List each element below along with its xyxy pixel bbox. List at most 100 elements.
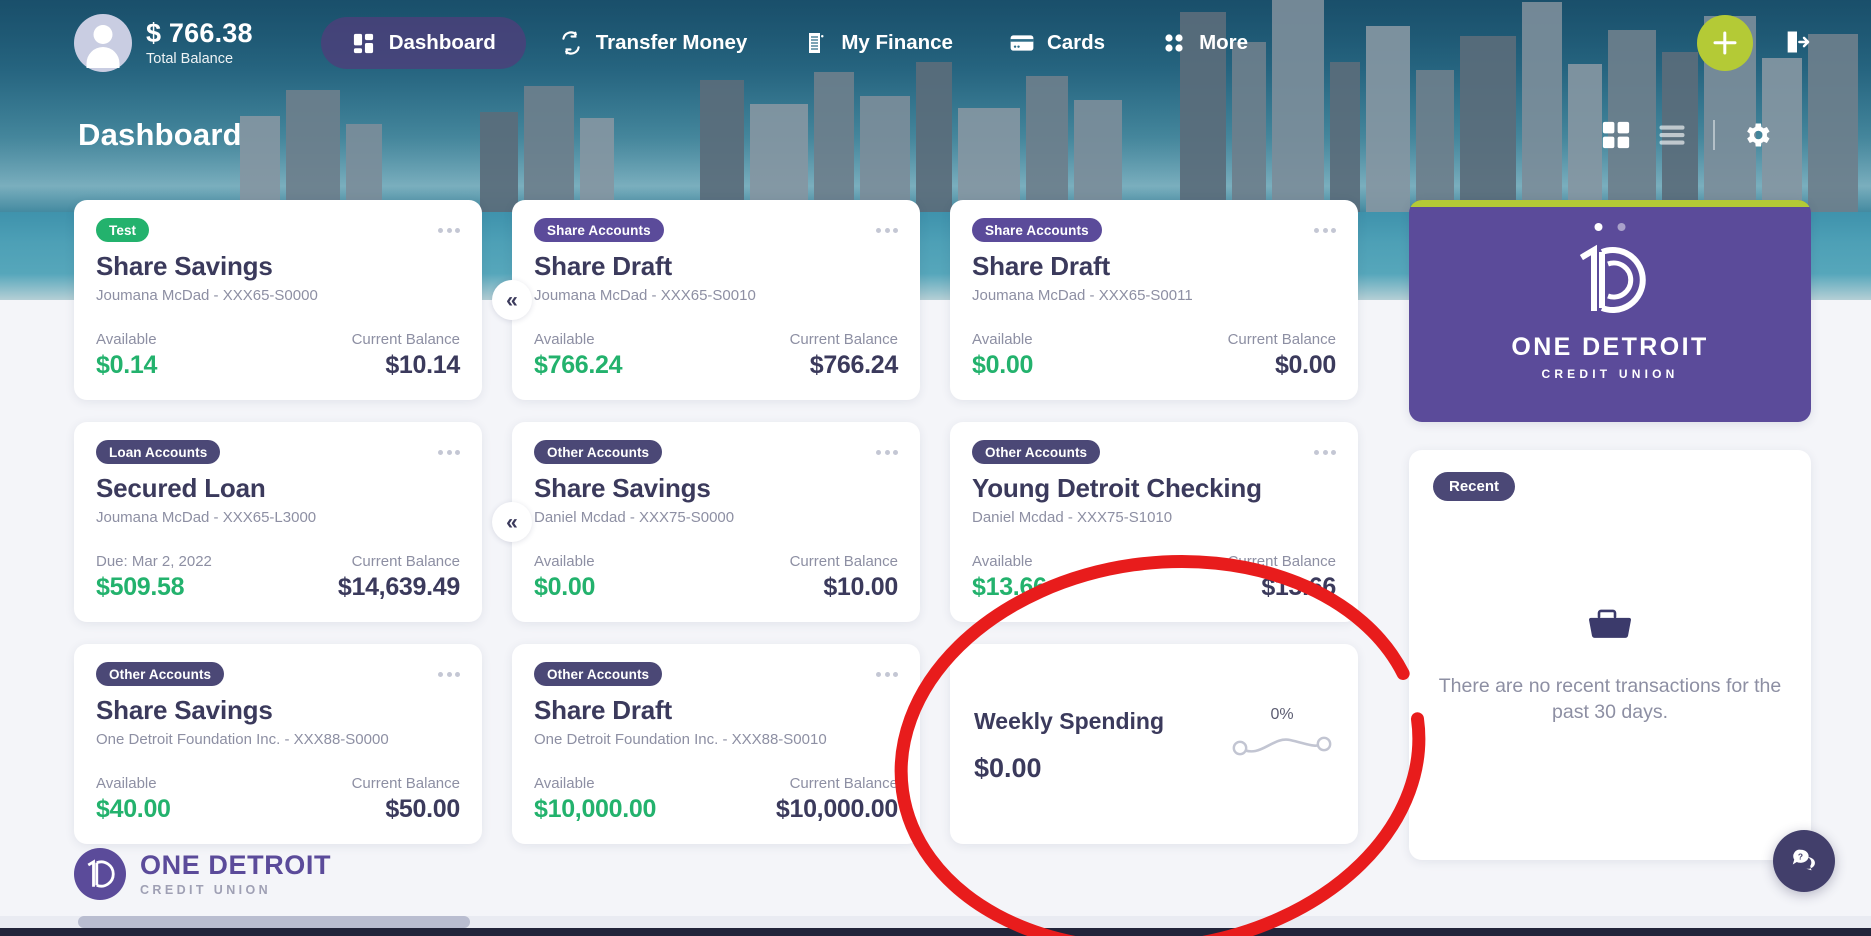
weekly-spending-percent: 0% — [1270, 706, 1294, 723]
card-menu-button[interactable] — [874, 666, 900, 683]
account-badge: Share Accounts — [972, 218, 1102, 242]
available-label: Available — [972, 331, 1033, 348]
account-card[interactable]: « Other Accounts Share Savings Daniel Mc… — [492, 422, 920, 622]
add-button[interactable] — [1697, 15, 1753, 71]
current-balance-value: $766.24 — [809, 351, 899, 379]
available-label: Available — [972, 553, 1033, 570]
current-balance-label: Current Balance — [789, 331, 898, 348]
promo-card[interactable]: ONE DETROIT CREDIT UNION — [1409, 200, 1811, 422]
account-card[interactable]: Other Accounts Share Savings One Detroit… — [74, 644, 482, 844]
toolbar-divider — [1713, 120, 1715, 150]
card-menu-button[interactable] — [874, 222, 900, 239]
help-chat-button[interactable]: ? — [1773, 830, 1835, 892]
current-balance-cell: Current Balance $0.00 — [1228, 331, 1337, 380]
logout-icon — [1783, 28, 1811, 59]
footer-logo-subtext: CREDIT UNION — [140, 882, 272, 897]
chat-question-icon: ? — [1789, 845, 1819, 878]
current-balance-cell: Current Balance $50.00 — [351, 775, 461, 824]
card-menu-button[interactable] — [436, 222, 462, 239]
sidebar: ONE DETROIT CREDIT UNION Recent There ar… — [1409, 200, 1811, 860]
recent-empty-message: There are no recent transactions for the… — [1438, 674, 1782, 724]
account-badge: Other Accounts — [96, 662, 225, 686]
user-balance-summary[interactable]: $ 766.38 Total Balance — [74, 14, 253, 72]
current-balance-value: $0.00 — [1274, 351, 1336, 379]
footer-logo-text: ONE DETROIT — [140, 849, 332, 880]
footer-logo-icon — [74, 848, 126, 900]
account-card[interactable]: Other Accounts Young Detroit Checking Da… — [950, 422, 1358, 622]
available-cell: Available $13.66 — [972, 553, 1047, 602]
current-balance-label: Current Balance — [789, 553, 898, 570]
available-label: Available — [534, 331, 595, 348]
account-card[interactable]: Share Accounts Share Draft Joumana McDad… — [950, 200, 1358, 400]
scrollbar-thumb[interactable] — [78, 916, 470, 928]
footer-brand: ONE DETROIT CREDIT UNION — [140, 849, 332, 897]
current-balance-cell: Current Balance $14,639.49 — [338, 553, 460, 602]
available-value: $0.00 — [534, 573, 596, 601]
current-balance-label: Current Balance — [351, 775, 460, 792]
nav-item-cards[interactable]: Cards — [985, 18, 1129, 68]
card-menu-button[interactable] — [1312, 444, 1338, 461]
available-value: $0.14 — [96, 351, 158, 379]
recent-badge: Recent — [1433, 472, 1516, 501]
promo-dot[interactable] — [1617, 223, 1626, 231]
card-menu-button[interactable] — [436, 444, 462, 461]
list-view-toggle[interactable] — [1657, 120, 1687, 150]
account-name: Secured Loan — [96, 473, 266, 503]
available-label: Available — [534, 775, 595, 792]
current-balance-value: $13.66 — [1261, 573, 1336, 601]
nav-item-my-finance[interactable]: My Finance — [779, 18, 977, 68]
nav-label-my-finance: My Finance — [841, 31, 953, 54]
account-card[interactable]: Other Accounts Share Draft One Detroit F… — [512, 644, 920, 844]
account-owner: Joumana McDad - XXX65-S0010 — [534, 287, 756, 304]
transfer-icon — [558, 30, 584, 56]
accounts-row-1: Test Share Savings Joumana McDad - XXX65… — [74, 200, 1379, 400]
account-name: Share Savings — [96, 251, 273, 281]
promo-logo-subtext: CREDIT UNION — [1541, 366, 1679, 381]
card-menu-button[interactable] — [874, 444, 900, 461]
current-balance-label: Current Balance — [1227, 553, 1336, 570]
nav-item-dashboard[interactable]: Dashboard — [320, 17, 526, 69]
svg-text:?: ? — [1798, 851, 1803, 861]
balance-row: Available $10,000.00 Current Balance $10… — [534, 775, 898, 824]
nav-item-transfer-money[interactable]: Transfer Money — [534, 18, 772, 68]
current-balance-cell: Current Balance $10.00 — [789, 553, 899, 602]
dashboard-page: $ 766.38 Total Balance Dashboard Transfe… — [0, 0, 1871, 936]
account-owner: Joumana McDad - XXX65-S0000 — [96, 287, 318, 304]
dots-grid-icon — [1161, 30, 1187, 56]
available-label: Available — [96, 775, 157, 792]
account-card[interactable]: « Share Accounts Share Draft Joumana McD… — [492, 200, 920, 400]
card-menu-button[interactable] — [1312, 222, 1338, 239]
promo-dot-active[interactable] — [1594, 223, 1603, 231]
account-name: Share Savings — [96, 695, 273, 725]
available-cell: Available $0.00 — [534, 553, 595, 602]
accounts-row-3: Other Accounts Share Savings One Detroit… — [74, 644, 1379, 844]
card-menu-button[interactable] — [436, 666, 462, 683]
carousel-prev-button[interactable]: « — [492, 502, 532, 542]
logout-button[interactable] — [1783, 28, 1811, 59]
recent-empty-state: There are no recent transactions for the… — [1409, 604, 1811, 726]
account-card[interactable]: Loan Accounts Secured Loan Joumana McDad… — [74, 422, 482, 622]
balance-row: Due: Mar 2, 2022 $509.58 Current Balance… — [96, 553, 460, 602]
promo-carousel-dots — [1594, 223, 1626, 231]
settings-gear-button[interactable] — [1741, 119, 1773, 151]
account-badge: Loan Accounts — [96, 440, 221, 464]
balance-row: Available $0.00 Current Balance $10.00 — [534, 553, 898, 602]
horizontal-scrollbar[interactable] — [0, 916, 1871, 928]
grid-view-toggle[interactable] — [1601, 120, 1631, 150]
weekly-spending-title: Weekly Spending — [974, 708, 1165, 734]
account-name: Young Detroit Checking — [972, 473, 1262, 503]
sparkline-icon — [1230, 736, 1334, 764]
nav-item-more[interactable]: More — [1137, 18, 1272, 68]
due-cell: Due: Mar 2, 2022 $509.58 — [96, 553, 212, 602]
weekly-spending-amount: $0.00 — [974, 753, 1042, 783]
account-card[interactable]: Test Share Savings Joumana McDad - XXX65… — [74, 200, 482, 400]
balance-row: Available $40.00 Current Balance $50.00 — [96, 775, 460, 824]
current-balance-value: $14,639.49 — [337, 573, 460, 601]
due-label: Due: Mar 2, 2022 — [96, 553, 212, 570]
account-owner: Joumana McDad - XXX65-S0011 — [972, 287, 1193, 304]
current-balance-cell: Current Balance $13.66 — [1227, 553, 1337, 602]
weekly-spending-card[interactable]: Weekly Spending $0.00 0% — [950, 644, 1358, 844]
carousel-prev-button[interactable]: « — [492, 280, 532, 320]
account-name: Share Draft — [534, 251, 672, 281]
avatar[interactable] — [74, 14, 132, 72]
